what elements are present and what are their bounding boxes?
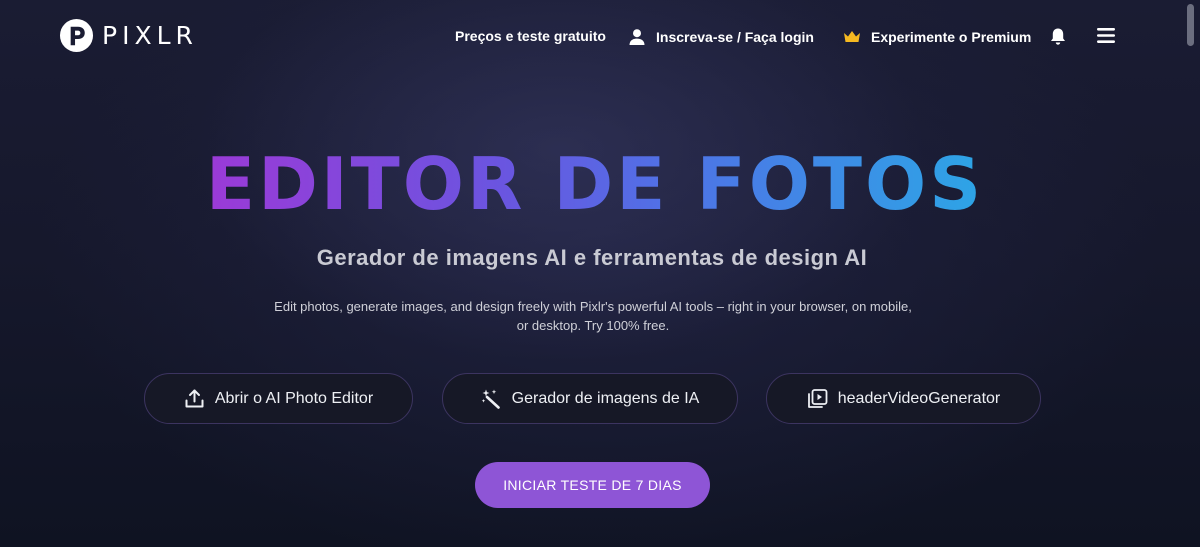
- open-photo-editor-label: Abrir o AI Photo Editor: [214, 389, 374, 407]
- video-generator-button[interactable]: headerVideoGenerator: [766, 373, 1041, 424]
- video-generator-label: headerVideoGenerator: [837, 389, 1001, 407]
- bell-icon[interactable]: [1049, 27, 1067, 46]
- pixlr-logo[interactable]: PIXLR: [59, 18, 198, 53]
- scrollbar-thumb[interactable]: [1187, 4, 1194, 46]
- hero-description: Edit photos, generate images, and design…: [268, 297, 918, 335]
- video-play-icon: [807, 389, 828, 408]
- user-icon: [629, 29, 645, 45]
- hero-title: EDITOR DE FOTOS: [0, 142, 1190, 226]
- nav-pricing-label: Preços e teste gratuito: [455, 28, 606, 44]
- pixlr-logo-icon: [59, 18, 94, 53]
- logo-wordmark: PIXLR: [102, 21, 198, 50]
- image-generator-label: Gerador de imagens de IA: [511, 389, 700, 407]
- start-trial-button[interactable]: INICIAR TESTE DE 7 DIAS: [475, 462, 710, 508]
- image-generator-button[interactable]: Gerador de imagens de IA: [442, 373, 738, 424]
- nav-pricing-link[interactable]: Preços e teste gratuito: [455, 28, 606, 44]
- nav-premium-label: Experimente o Premium: [871, 29, 1032, 45]
- start-trial-label: INICIAR TESTE DE 7 DIAS: [503, 477, 682, 493]
- upload-icon: [185, 389, 204, 408]
- magic-wand-icon: [481, 389, 500, 409]
- nav-login-link[interactable]: Inscreva-se / Faça login: [628, 28, 814, 46]
- open-photo-editor-button[interactable]: Abrir o AI Photo Editor: [144, 373, 413, 424]
- hero-subtitle: Gerador de imagens AI e ferramentas de d…: [316, 245, 868, 270]
- nav-premium-link[interactable]: Experimente o Premium: [843, 28, 1031, 46]
- hamburger-menu-icon[interactable]: [1097, 27, 1115, 44]
- hero-title-text: EDITOR DE FOTOS: [205, 142, 985, 226]
- hero-description-line-2: or desktop. Try 100% free.: [516, 318, 670, 333]
- hero-description-line-1: Edit photos, generate images, and design…: [274, 299, 912, 314]
- site-header: PIXLR Preços e teste gratuito Inscreva-s…: [0, 0, 1200, 72]
- crown-icon: [844, 31, 860, 42]
- nav-login-label: Inscreva-se / Faça login: [656, 29, 814, 45]
